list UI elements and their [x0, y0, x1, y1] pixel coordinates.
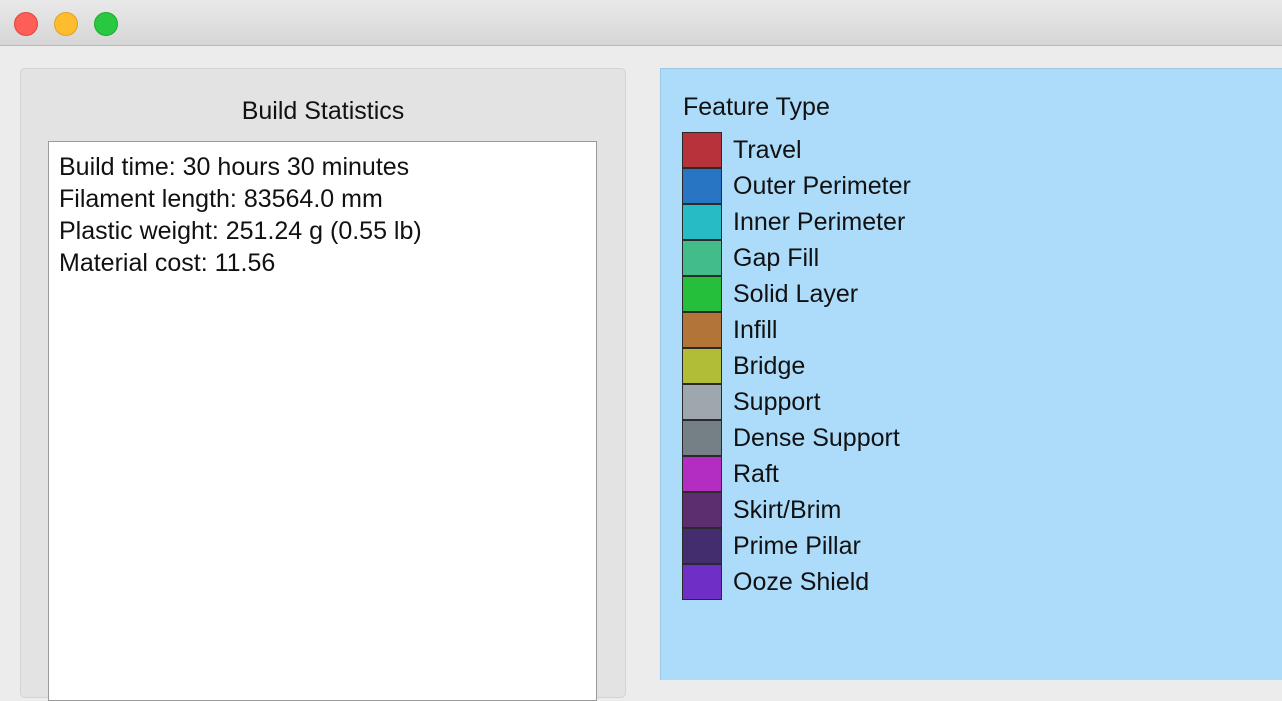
legend-item: Outer Perimeter: [682, 167, 911, 204]
legend-item: Inner Perimeter: [682, 203, 911, 240]
legend-label: Ooze Shield: [733, 567, 870, 596]
legend-swatch: [682, 563, 722, 600]
legend-swatch: [682, 347, 722, 384]
legend-swatch: [682, 275, 722, 312]
legend-item: Skirt/Brim: [682, 491, 911, 528]
filament-length-line: Filament length: 83564.0 mm: [59, 185, 383, 213]
maximize-button[interactable]: [94, 12, 118, 36]
legend-item: Dense Support: [682, 419, 911, 456]
legend-label: Travel: [733, 135, 802, 164]
legend-label: Skirt/Brim: [733, 495, 842, 524]
legend-swatch: [682, 419, 722, 456]
legend-label: Bridge: [733, 351, 806, 380]
legend-item: Infill: [682, 311, 911, 348]
legend-swatch: [682, 132, 722, 168]
legend-label: Raft: [733, 459, 779, 488]
legend-swatch: [682, 167, 722, 204]
legend-swatch: [682, 383, 722, 420]
legend-item: Support: [682, 383, 911, 420]
legend-item: Ooze Shield: [682, 563, 911, 600]
material-cost-line: Material cost: 11.56: [59, 249, 276, 277]
legend-swatch: [682, 203, 722, 240]
legend-swatch: [682, 527, 722, 564]
plastic-weight-line: Plastic weight: 251.24 g (0.55 lb): [59, 217, 422, 245]
feature-type-panel: Feature Type Travel Outer Perimeter Inner …: [660, 68, 1282, 680]
build-statistics-textbox[interactable]: Build time: 30 hours 30 minutes Filament…: [48, 141, 597, 701]
legend-item: Raft: [682, 455, 911, 492]
legend-swatch: [682, 311, 722, 348]
window-titlebar: [0, 0, 1282, 46]
legend-label: Dense Support: [733, 423, 900, 452]
feature-type-legend: Travel Outer Perimeter Inner Perimeter Gap …: [682, 132, 911, 600]
legend-item: Bridge: [682, 347, 911, 384]
legend-label: Solid Layer: [733, 279, 859, 308]
close-button[interactable]: [14, 12, 38, 36]
legend-swatch: [682, 455, 722, 492]
build-statistics-panel: Build Statistics Build time: 30 hours 30…: [20, 68, 626, 701]
legend-item: Prime Pillar: [682, 527, 911, 564]
minimize-button[interactable]: [54, 12, 78, 36]
build-statistics-title: Build Statistics: [241, 97, 405, 125]
legend-label: Prime Pillar: [733, 531, 861, 560]
build-time-line: Build time: 30 hours 30 minutes: [59, 153, 410, 181]
legend-swatch: [682, 239, 722, 276]
legend-item: Solid Layer: [682, 275, 911, 312]
legend-item: Travel: [682, 132, 911, 168]
legend-label: Support: [733, 387, 821, 416]
legend-label: Outer Perimeter: [733, 171, 911, 200]
legend-item: Gap Fill: [682, 239, 911, 276]
legend-label: Infill: [733, 315, 778, 344]
legend-label: Gap Fill: [733, 243, 820, 272]
legend-swatch: [682, 491, 722, 528]
legend-label: Inner Perimeter: [733, 207, 906, 236]
feature-type-title: Feature Type: [683, 93, 830, 121]
